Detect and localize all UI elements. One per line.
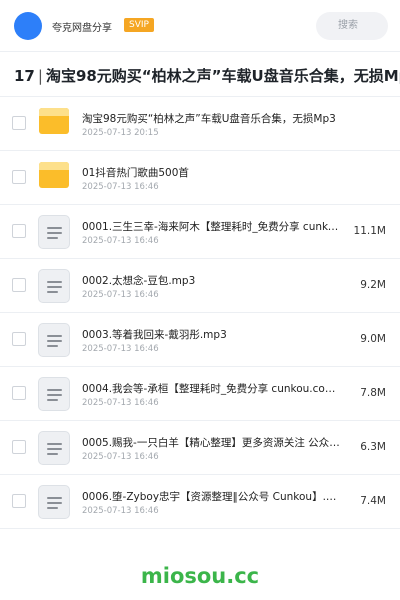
item-name: 0002.太想念-豆包.mp3 (82, 275, 196, 287)
watermark: miosou.cc (140, 564, 260, 588)
search-input[interactable]: 搜索 (316, 12, 388, 40)
audio-file-icon (38, 431, 70, 465)
item-date: 2025-07-13 16:46 (82, 236, 159, 246)
list-item[interactable]: 0003.等着我回来-戴羽彤.mp3 2025-07-13 16:46 9.0M (0, 313, 400, 367)
item-date: 2025-07-13 16:46 (82, 290, 159, 300)
list-item[interactable]: 0002.太想念-豆包.mp3 2025-07-13 16:46 9.2M (0, 259, 400, 313)
item-size: 6.3M (360, 441, 386, 453)
select-checkbox[interactable] (12, 440, 26, 454)
audio-file-icon (38, 323, 70, 357)
item-name: 淘宝98元购买“柏林之声”车载U盘音乐合集，无损Mp3 (82, 113, 336, 125)
select-checkbox[interactable] (12, 224, 26, 238)
item-date: 2025-07-13 16:46 (82, 182, 159, 192)
list-item[interactable]: 0001.三生三幸-海来阿木【整理耗时_免费分享 cunkou.com】.mp3… (0, 205, 400, 259)
app-name: 夸克网盘分享 (52, 23, 112, 34)
item-date: 2025-07-13 16:46 (82, 452, 159, 462)
title-separator: | (37, 67, 43, 85)
item-date: 2025-07-13 16:46 (82, 344, 159, 354)
list-item[interactable]: 01抖音热门歌曲500首 2025-07-13 16:46 (0, 151, 400, 205)
audio-file-icon (38, 215, 70, 249)
list-item[interactable]: 0004.我会等-承桓【整理耗时_免费分享 cunkou.com】.mp3 20… (0, 367, 400, 421)
select-checkbox[interactable] (12, 116, 26, 130)
item-size: 9.0M (360, 333, 386, 345)
top-bar: 夸克网盘分享 SVIP 搜索 (0, 0, 400, 52)
item-size: 7.8M (360, 387, 386, 399)
item-date: 2025-07-13 20:15 (82, 128, 159, 138)
audio-file-icon (38, 485, 70, 519)
list-item[interactable]: 0006.堕-Zyboy忠宇【资源整理‖公众号 Cunkou】.mp3 2025… (0, 475, 400, 529)
item-size: 11.1M (353, 225, 386, 237)
select-checkbox[interactable] (12, 332, 26, 346)
item-date: 2025-07-13 16:46 (82, 506, 159, 516)
folder-title: 淘宝98元购买“柏林之声”车载U盘音乐合集，无损Mp3 (45, 67, 400, 85)
folder-icon (39, 108, 69, 134)
select-checkbox[interactable] (12, 170, 26, 184)
avatar[interactable] (14, 12, 42, 40)
select-checkbox[interactable] (12, 278, 26, 292)
file-list: 淘宝98元购买“柏林之声”车载U盘音乐合集，无损Mp3 2025-07-13 2… (0, 97, 400, 529)
page-title: 17 | 淘宝98元购买“柏林之声”车载U盘音乐合集，无损Mp3 (14, 65, 400, 86)
item-name: 0005.赐我-一只白羊【精心整理】更多资源关注 公众号.mp3 (82, 437, 344, 449)
list-item[interactable]: 0005.赐我-一只白羊【精心整理】更多资源关注 公众号.mp3 2025-07… (0, 421, 400, 475)
item-name: 0001.三生三幸-海来阿木【整理耗时_免费分享 cunkou.com】.mp3 (82, 221, 344, 233)
item-name: 0006.堕-Zyboy忠宇【资源整理‖公众号 Cunkou】.mp3 (82, 491, 344, 503)
audio-file-icon (38, 269, 70, 303)
svip-badge: SVIP (124, 18, 154, 32)
select-checkbox[interactable] (12, 494, 26, 508)
select-checkbox[interactable] (12, 386, 26, 400)
audio-file-icon (38, 377, 70, 411)
item-size: 9.2M (360, 279, 386, 291)
item-size: 7.4M (360, 495, 386, 507)
item-date: 2025-07-13 16:46 (82, 398, 159, 408)
item-name: 01抖音热门歌曲500首 (82, 167, 189, 179)
folder-icon (39, 162, 69, 188)
folder-title-bar: 17 | 淘宝98元购买“柏林之声”车载U盘音乐合集，无损Mp3 (0, 53, 400, 97)
item-name: 0004.我会等-承桓【整理耗时_免费分享 cunkou.com】.mp3 (82, 383, 344, 395)
item-count: 17 (14, 67, 35, 85)
list-item[interactable]: 淘宝98元购买“柏林之声”车载U盘音乐合集，无损Mp3 2025-07-13 2… (0, 97, 400, 151)
item-name: 0003.等着我回来-戴羽彤.mp3 (82, 329, 227, 341)
